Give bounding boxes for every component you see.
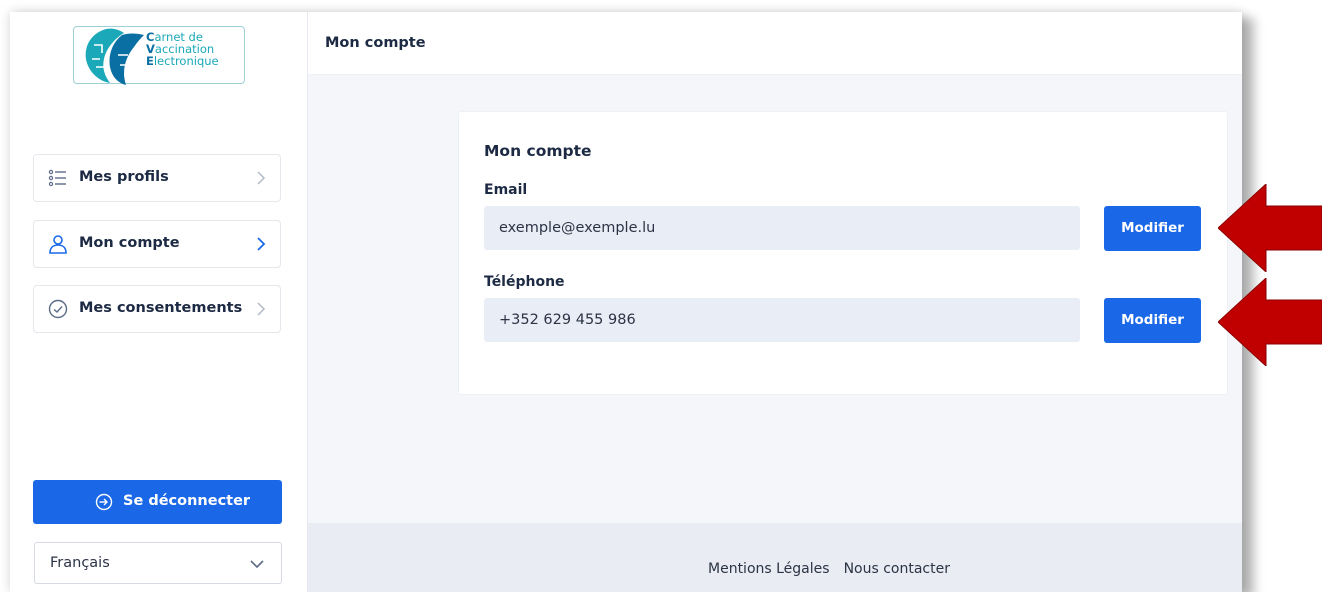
logo-text: Carnet de Vaccination Electronique — [146, 30, 219, 68]
phone-label: Téléphone — [484, 274, 565, 290]
sidebar-item-label: Mon compte — [79, 235, 180, 251]
header: Mon compte — [308, 12, 1242, 75]
list-icon — [48, 169, 66, 187]
sidebar-item-mon-compte[interactable]: Mon compte — [33, 220, 281, 268]
check-circle-icon — [48, 299, 68, 319]
modify-phone-button[interactable]: Modifier — [1104, 298, 1201, 343]
email-field[interactable]: exemple@exemple.lu — [484, 206, 1080, 250]
user-icon — [49, 235, 67, 254]
page-title: Mon compte — [325, 35, 426, 51]
chevron-right-icon — [257, 302, 266, 316]
logo-emblem-icon — [85, 28, 144, 85]
annotation-arrow-icon — [1218, 278, 1322, 366]
account-card: Mon compte Email exemple@exemple.lu Modi… — [458, 111, 1228, 395]
chevron-right-icon — [257, 237, 266, 251]
sidebar-item-label: Mes consentements — [79, 300, 243, 316]
logout-label: Se déconnecter — [123, 493, 251, 509]
card-title: Mon compte — [484, 142, 592, 160]
footer: Mentions Légales Nous contacter — [308, 523, 1242, 592]
phone-field[interactable]: +352 629 455 986 — [484, 298, 1080, 342]
logout-button[interactable]: Se déconnecter — [33, 480, 282, 524]
sidebar: Carnet de Vaccination Electronique Mes p… — [10, 12, 308, 592]
logo: Carnet de Vaccination Electronique — [73, 26, 245, 85]
email-label: Email — [484, 182, 528, 198]
main-content: Mon compte Email exemple@exemple.lu Modi… — [308, 75, 1242, 523]
modify-email-button[interactable]: Modifier — [1104, 206, 1201, 251]
app-window: Carnet de Vaccination Electronique Mes p… — [10, 12, 1242, 592]
footer-links: Mentions Légales Nous contacter — [708, 561, 950, 577]
language-selected: Français — [50, 555, 110, 571]
chevron-right-icon — [257, 171, 266, 185]
logout-icon — [95, 493, 113, 511]
language-select[interactable]: Français — [34, 542, 282, 584]
legal-link[interactable]: Mentions Légales — [708, 561, 830, 577]
annotation-arrow-icon — [1218, 184, 1322, 272]
sidebar-item-mes-profils[interactable]: Mes profils — [33, 154, 281, 202]
sidebar-item-label: Mes profils — [79, 169, 169, 185]
sidebar-item-mes-consentements[interactable]: Mes consentements — [33, 285, 281, 333]
contact-link[interactable]: Nous contacter — [844, 561, 950, 577]
chevron-down-icon — [250, 560, 264, 569]
